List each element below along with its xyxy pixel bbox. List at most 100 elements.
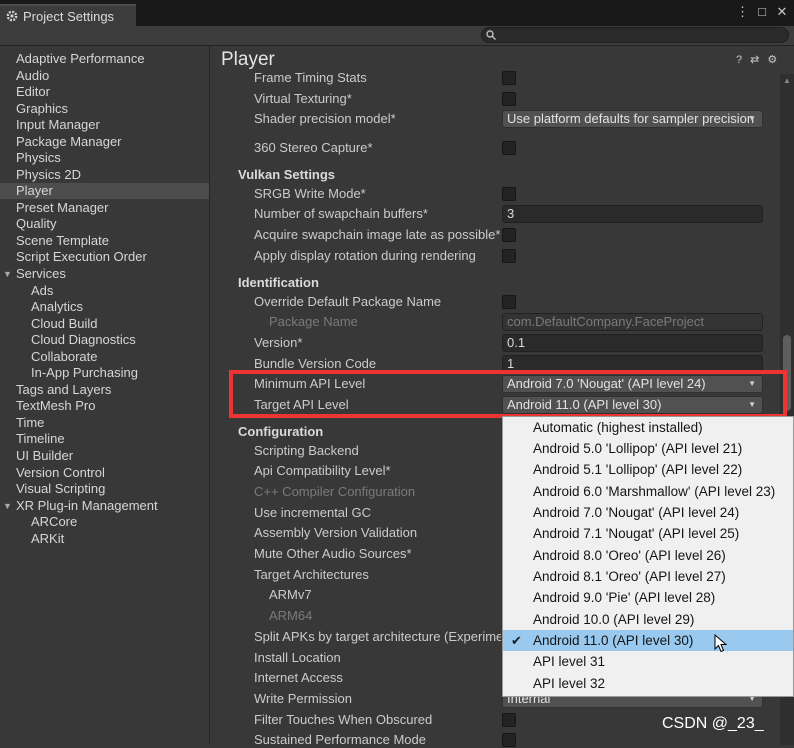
sidebar-item-adaptive-performance[interactable]: Adaptive Performance xyxy=(0,51,209,67)
menu-item-label: Android 8.0 'Oreo' (API level 26) xyxy=(533,548,726,563)
menu-item[interactable]: Android 5.0 'Lollipop' (API level 21) xyxy=(503,438,793,459)
menu-item[interactable]: Android 9.0 'Pie' (API level 28) xyxy=(503,587,793,608)
mute-audio-label: Mute Other Audio Sources* xyxy=(254,546,412,561)
sidebar-item-label: ARCore xyxy=(31,514,78,529)
sidebar-item-analytics[interactable]: Analytics xyxy=(0,299,209,315)
maximize-icon[interactable]: □ xyxy=(756,4,768,20)
acquire-swapchain-checkbox[interactable] xyxy=(502,228,516,242)
frame-timing-stats-checkbox[interactable] xyxy=(502,71,516,85)
sidebar-item-label: Tags and Layers xyxy=(16,382,112,397)
menu-item[interactable]: Android 7.1 'Nougat' (API level 25) xyxy=(503,523,793,544)
menu-item[interactable]: API level 32 xyxy=(503,673,793,694)
sidebar-item-in-app-purchasing[interactable]: In-App Purchasing xyxy=(0,365,209,381)
sidebar-item-xr-plugin-management[interactable]: ▼ XR Plug-in Management xyxy=(0,498,209,514)
menu-item[interactable]: Automatic (highest installed) xyxy=(503,417,793,438)
srgb-write-mode-checkbox[interactable] xyxy=(502,187,516,201)
override-package-name-checkbox[interactable] xyxy=(502,295,516,309)
sidebar-item-collaborate[interactable]: Collaborate xyxy=(0,349,209,365)
sidebar-item-label: Quality xyxy=(16,216,57,231)
sidebar-item-label: Player xyxy=(16,183,53,198)
vulkan-settings-header: Vulkan Settings xyxy=(238,167,336,182)
sidebar-item-script-execution-order[interactable]: Script Execution Order xyxy=(0,249,209,265)
gear-icon xyxy=(6,10,18,22)
scripting-backend-label: Scripting Backend xyxy=(254,443,359,458)
menu-item-label: Android 11.0 (API level 30) xyxy=(533,633,694,648)
sidebar-item-quality[interactable]: Quality xyxy=(0,216,209,232)
menu-item-selected[interactable]: ✔ Android 11.0 (API level 30) xyxy=(503,630,793,651)
virtual-texturing-checkbox[interactable] xyxy=(502,92,516,106)
sidebar-item-visual-scripting[interactable]: Visual Scripting xyxy=(0,481,209,497)
internet-access-label: Internet Access xyxy=(254,670,343,685)
sidebar-item-arkit[interactable]: ARKit xyxy=(0,531,209,547)
sidebar-item-label: In-App Purchasing xyxy=(31,365,138,380)
help-icon[interactable]: ? xyxy=(736,53,742,67)
sidebar-item-version-control[interactable]: Version Control xyxy=(0,465,209,481)
frame-timing-stats-label: Frame Timing Stats xyxy=(254,70,367,85)
sidebar-item-label: Preset Manager xyxy=(16,200,109,215)
sidebar-item-physics-2d[interactable]: Physics 2D xyxy=(0,167,209,183)
stereo-capture-checkbox[interactable] xyxy=(502,141,516,155)
virtual-texturing-label: Virtual Texturing* xyxy=(254,91,352,106)
swapchain-buffers-label: Number of swapchain buffers* xyxy=(254,206,428,221)
sidebar-item-arcore[interactable]: ARCore xyxy=(0,514,209,530)
menu-item-label: Automatic (highest installed) xyxy=(533,420,703,435)
sidebar-item-package-manager[interactable]: Package Manager xyxy=(0,134,209,150)
close-icon[interactable]: ✕ xyxy=(776,4,788,20)
foldout-arrow-icon[interactable]: ▼ xyxy=(3,266,12,282)
menu-item[interactable]: Android 10.0 (API level 29) xyxy=(503,609,793,630)
window-titlebar: Project Settings ⋮ □ ✕ xyxy=(0,0,794,26)
shader-precision-dropdown[interactable]: Use platform defaults for sampler precis… xyxy=(502,110,763,128)
sidebar-item-tags-and-layers[interactable]: Tags and Layers xyxy=(0,382,209,398)
sidebar-item-textmesh-pro[interactable]: TextMesh Pro xyxy=(0,398,209,414)
sidebar-item-preset-manager[interactable]: Preset Manager xyxy=(0,200,209,216)
sidebar-item-timeline[interactable]: Timeline xyxy=(0,431,209,447)
incremental-gc-label: Use incremental GC xyxy=(254,505,372,520)
sidebar-item-label: Collaborate xyxy=(31,349,98,364)
search-input[interactable] xyxy=(481,27,789,43)
sidebar-item-time[interactable]: Time xyxy=(0,415,209,431)
menu-item-label: Android 7.1 'Nougat' (API level 25) xyxy=(533,526,740,541)
shader-precision-label: Shader precision model* xyxy=(254,111,396,126)
sidebar-item-scene-template[interactable]: Scene Template xyxy=(0,233,209,249)
swapchain-buffers-field[interactable]: 3 xyxy=(502,205,763,223)
sidebar-item-label: Physics xyxy=(16,150,61,165)
sidebar-item-label: Time xyxy=(16,415,45,430)
more-options-icon[interactable]: ⋮ xyxy=(736,4,749,20)
sidebar-item-ads[interactable]: Ads xyxy=(0,283,209,299)
sidebar-item-label: Package Manager xyxy=(16,134,122,149)
menu-item-label: API level 32 xyxy=(533,676,606,691)
menu-item[interactable]: Android 5.1 'Lollipop' (API level 22) xyxy=(503,459,793,480)
menu-item[interactable]: Android 6.0 'Marshmallow' (API level 23) xyxy=(503,481,793,502)
menu-item[interactable]: API level 31 xyxy=(503,651,793,672)
stereo-capture-label: 360 Stereo Capture* xyxy=(254,140,373,155)
filter-touches-checkbox[interactable] xyxy=(502,713,516,727)
sidebar-item-graphics[interactable]: Graphics xyxy=(0,101,209,117)
armv7-label: ARMv7 xyxy=(269,587,312,602)
tab-project-settings[interactable]: Project Settings xyxy=(0,4,136,26)
header-icons: ? ⇄ ⚙ xyxy=(736,53,777,67)
scroll-up-arrow-icon[interactable]: ▲ xyxy=(783,76,791,85)
sidebar-item-cloud-build[interactable]: Cloud Build xyxy=(0,316,209,332)
sidebar-item-label: Adaptive Performance xyxy=(16,51,145,66)
sidebar-item-services[interactable]: ▼ Services xyxy=(0,266,209,282)
preset-icon[interactable]: ⇄ xyxy=(750,53,759,67)
display-rotation-checkbox[interactable] xyxy=(502,249,516,263)
sidebar-item-label: Script Execution Order xyxy=(16,249,147,264)
sidebar-item-editor[interactable]: Editor xyxy=(0,84,209,100)
sidebar-item-audio[interactable]: Audio xyxy=(0,68,209,84)
sidebar-item-physics[interactable]: Physics xyxy=(0,150,209,166)
menu-item-label: Android 5.0 'Lollipop' (API level 21) xyxy=(533,441,743,456)
menu-item-label: Android 9.0 'Pie' (API level 28) xyxy=(533,590,716,605)
sidebar-item-input-manager[interactable]: Input Manager xyxy=(0,117,209,133)
sidebar-item-cloud-diagnostics[interactable]: Cloud Diagnostics xyxy=(0,332,209,348)
settings-gear-icon[interactable]: ⚙ xyxy=(767,53,777,67)
menu-item[interactable]: Android 8.0 'Oreo' (API level 26) xyxy=(503,545,793,566)
sidebar-item-ui-builder[interactable]: UI Builder xyxy=(0,448,209,464)
menu-item[interactable]: Android 8.1 'Oreo' (API level 27) xyxy=(503,566,793,587)
foldout-arrow-icon[interactable]: ▼ xyxy=(3,498,12,514)
menu-item-label: Android 6.0 'Marshmallow' (API level 23) xyxy=(533,484,776,499)
sidebar-item-player[interactable]: Player xyxy=(0,183,209,199)
version-field[interactable]: 0.1 xyxy=(502,334,763,352)
menu-item[interactable]: Android 7.0 'Nougat' (API level 24) xyxy=(503,502,793,523)
sidebar-item-label: XR Plug-in Management xyxy=(16,498,158,513)
